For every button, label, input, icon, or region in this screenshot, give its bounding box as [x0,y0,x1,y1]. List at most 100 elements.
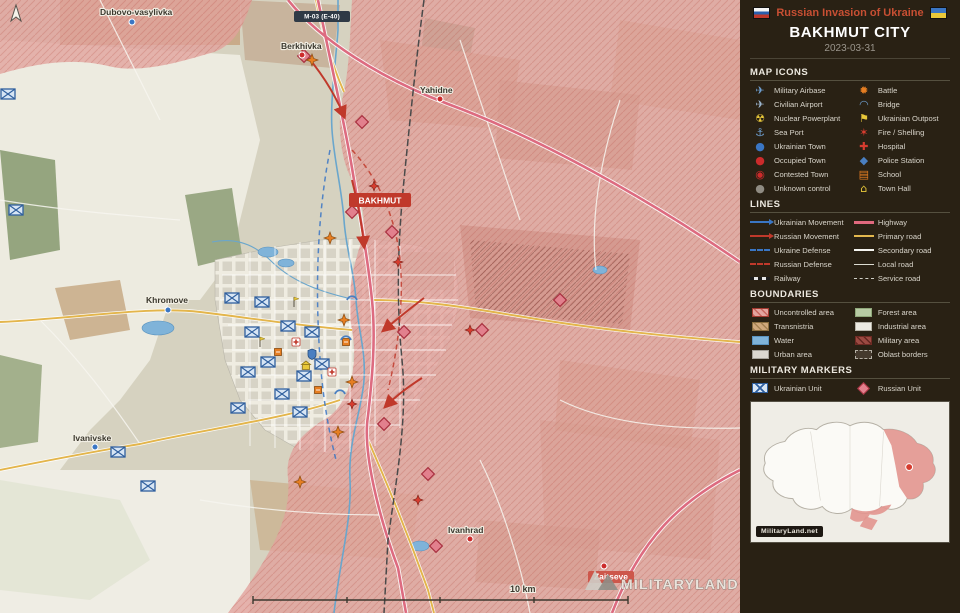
railway-line [750,276,770,280]
military-airbase-icon-row: ✈ Military Airbase [750,84,852,96]
legend-item-label: Service road [877,273,921,283]
map-town-label: Dubovo-vasylivka [100,7,173,17]
banner-title: Russian Invasion of Ukraine [776,7,924,19]
legend-item-label: Highway [877,217,907,227]
ukrainian-movement-line-row: Ukrainian Movement [750,216,852,228]
water-swatch [750,335,770,345]
battle-icon: ✹ [859,83,869,97]
legend-item-label: Uncontrolled area [774,307,834,317]
legend-section-lines: LINES Ukrainian Movement Highway Russian Mo… [750,199,950,284]
railway-line-row: Railway [750,272,852,284]
legend-section-boundaries: BOUNDARIES Uncontrolled area Forest area Tr… [750,289,950,360]
legend-item-label: Bridge [877,99,900,109]
legend-item-label: Fire / Shelling [877,127,925,137]
map-viewport[interactable]: Dubovo-vasylivka Berkhivka Yahidne Khromove… [0,0,740,613]
map-road-badge-label: M-03 (E-40) [304,14,340,21]
legend-item-label: Town Hall [877,183,911,193]
fire-shelling-icon: ✶ [859,125,869,139]
russian-unit-marker-row: Russian Unit [854,381,950,395]
russian-defense-line [750,263,770,265]
legend-item-label: Water [774,335,794,345]
sea-port-icon: ⚓ [755,125,765,139]
ukrainian-outpost-icon-row: ⚑ Ukrainian Outpost [854,112,950,124]
legend-item-label: Nuclear Powerplant [774,113,841,123]
ukrainian-unit-icon [254,296,270,308]
legend-item-label: Russian Unit [877,383,921,393]
school-icon [314,386,322,394]
legend-item-label: Military area [877,335,920,345]
service-road-line-row: Service road [853,272,950,284]
ukrainian-unit-icon [140,480,156,492]
russian-defense-line-row: Russian Defense [750,258,852,270]
school-icon: ▤ [858,167,870,181]
water-swatch [751,335,769,345]
town-hall-icon: ⌂ [860,181,868,195]
contested-town-icon-row: ◉ Contested Town [750,168,852,180]
legend-item-label: Hospital [877,141,906,151]
map-date: 2023-03-31 [750,43,950,59]
legend-item-label: Ukraine Defense [774,245,831,255]
highway-line [853,220,874,224]
hospital-icon [291,337,301,347]
local-road-line [853,263,874,265]
ukrainian-unit-icon [304,326,320,338]
occupied-town-icon [600,562,608,570]
watermark-text: MILITARYLAND [621,576,739,592]
secondary-road-line-row: Secondary road [853,244,950,256]
russia-flag-icon [753,7,771,19]
legend-item-label: Ukrainian Unit [774,383,822,393]
school-icon [274,348,282,356]
town-hall-icon-row: ⌂ Town Hall [854,182,950,194]
legend-item-label: Military Airbase [774,85,826,95]
legend-item-label: Railway [774,273,801,283]
hospital-icon-row: ✚ Hospital [854,140,950,152]
contested-town-icon: ◉ [755,167,765,181]
occupied-town-icon [298,51,306,59]
legend-item-label: Battle [877,85,898,95]
ukrainian-unit-icon [314,358,330,370]
transnistria-swatch [750,321,770,331]
ukrainian-unit-marker-row: Ukrainian Unit [750,382,852,394]
ukrainian-unit-icon [8,204,24,216]
secondary-road-line [853,249,874,251]
legend-item-label: Secondary road [877,245,932,255]
ukraine-flag-icon [929,7,947,19]
ukrainian-town-icon [91,443,99,451]
map-town-label: Khromove [146,295,188,305]
ukrainian-unit-icon [230,402,246,414]
unknown-control-icon-row: ● Unknown control [750,182,852,194]
russian-movement-line [750,233,774,239]
uncontrolled-area-swatch [750,307,770,317]
industrial-area-swatch [854,321,874,331]
legend-item-label: Transnistria [774,321,814,331]
occupied-town-icon: ● [755,153,765,167]
ukrainian-unit-icon [244,326,260,338]
transnistria-swatch-row: Transnistria [750,320,852,332]
school-icon [342,338,350,346]
legend-item-label: School [877,169,902,179]
legend-item-label: Russian Movement [774,231,839,241]
ukrainian-unit-icon [110,446,126,458]
occupied-town-icon [436,95,444,103]
ukrainian-unit-icon [296,370,312,382]
ukrainian-outpost-icon: ⚑ [858,111,869,125]
police-station-icon [307,348,317,360]
urban-area-swatch [750,349,770,359]
map-canvas[interactable]: Dubovo-vasylivka Berkhivka Yahidne Khromove… [0,0,740,613]
uncontrolled-area-swatch [751,307,769,317]
legend-item-label: Local road [877,259,914,269]
map-town-label: Yahidne [420,85,453,95]
primary-road-line [853,235,874,237]
occupied-town-icon-row: ● Occupied Town [750,154,852,166]
legend-item-label: Russian Defense [774,259,832,269]
civilian-airport-icon: ✈ [755,97,765,111]
nuclear-powerplant-icon-row: ☢ Nuclear Powerplant [750,112,852,124]
bakhmut-location-marker [905,463,914,471]
header-banner: Russian Invasion of Ukraine [750,7,950,19]
legend-section-map-icons: MAP ICONS ✈ Military Airbase ✹ Battle ✈ Civili… [750,67,950,194]
russian-defense-line [750,263,770,265]
urban-area-swatch-row: Urban area [750,348,852,360]
hospital-icon: ✚ [859,139,869,153]
forest-area-swatch [854,307,874,317]
industrial-area-swatch-row: Industrial area [854,320,950,332]
